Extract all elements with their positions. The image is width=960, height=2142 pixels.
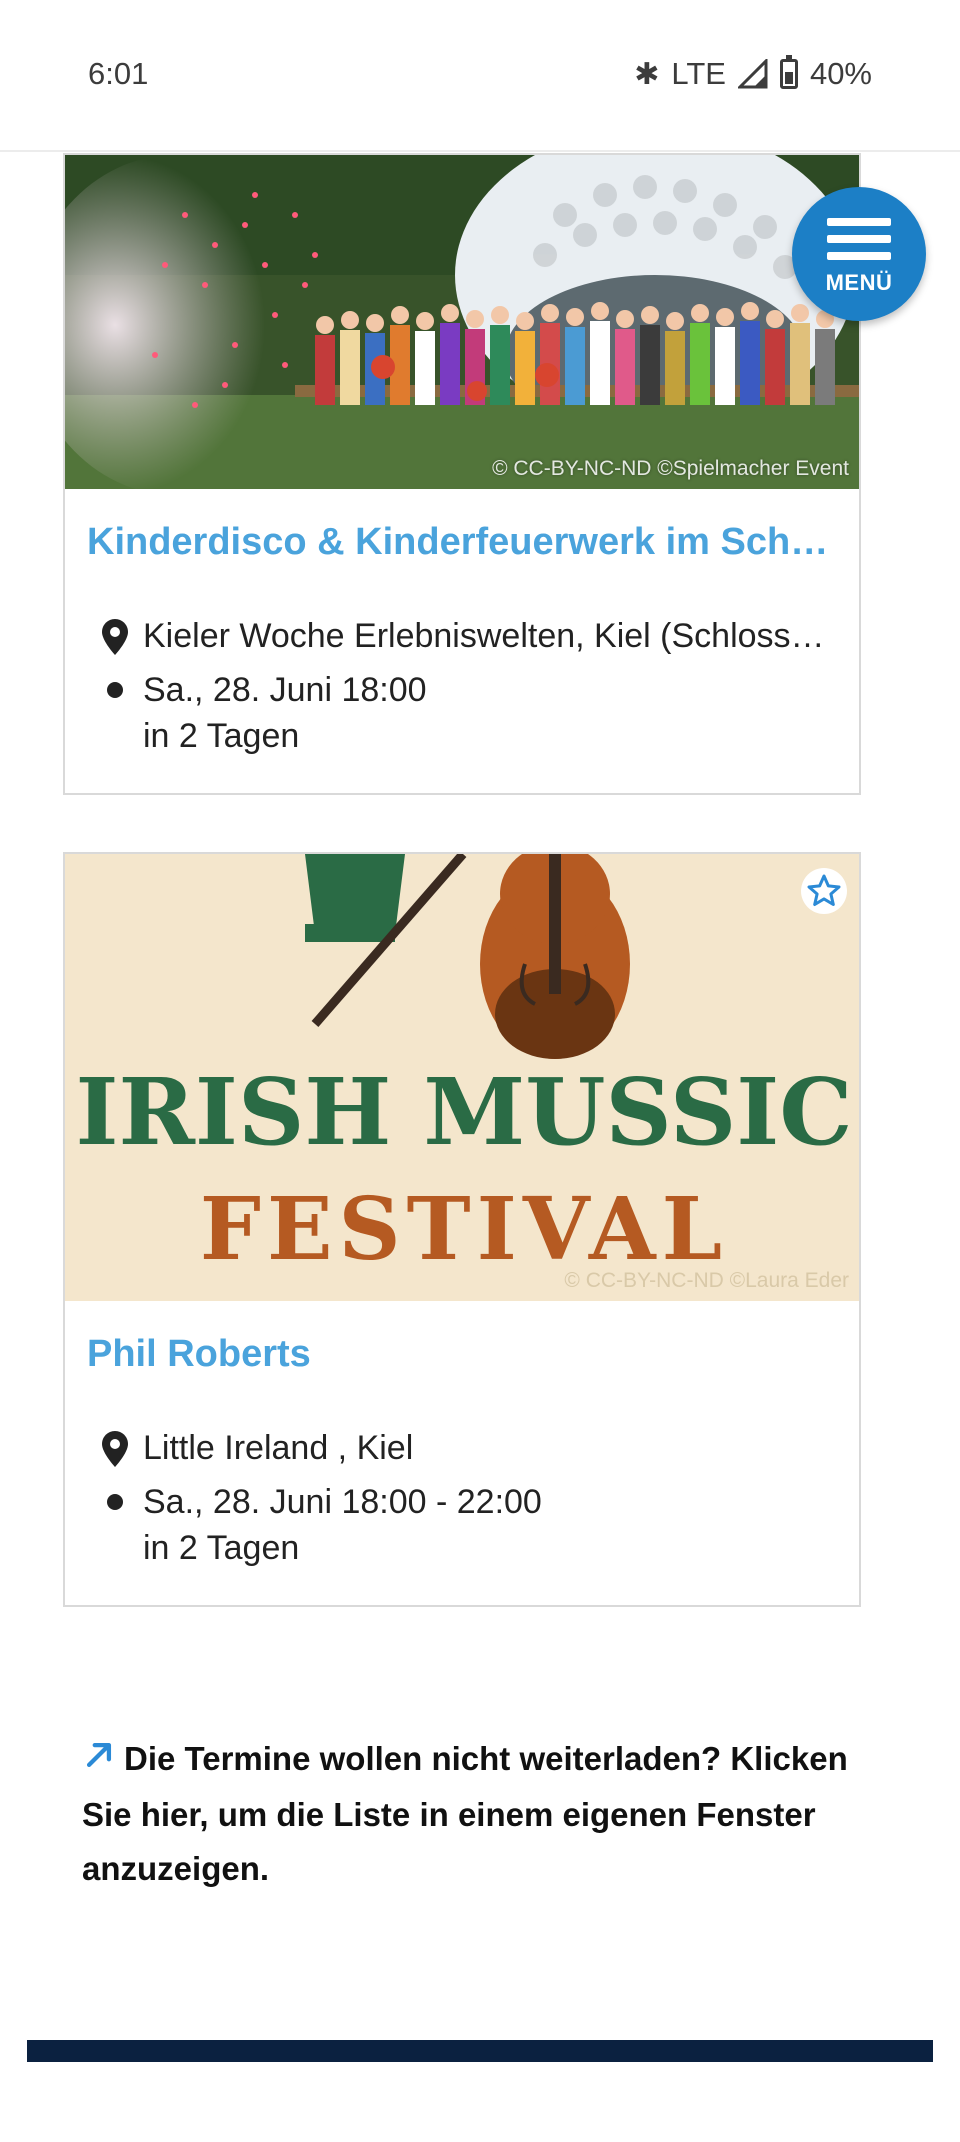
event-date: Sa., 28. Juni 18:00	[143, 671, 427, 709]
status-time: 6:01	[88, 56, 149, 91]
event-card[interactable]: © CC-BY-NC-ND ©Spielmacher Event Kinderd…	[63, 153, 861, 795]
event-relative-time: in 2 Tagen	[143, 1529, 300, 1567]
status-bar: 6:01 ✱ LTE 40%	[0, 0, 960, 152]
open-list-link-text[interactable]: Die Termine wollen nicht weiterladen? Kl…	[82, 1740, 848, 1887]
menu-button[interactable]: MENÜ	[792, 187, 926, 321]
event-details: Phil Roberts Little Ireland , Kiel Sa., …	[65, 1301, 859, 1605]
battery-percent: 40%	[809, 56, 872, 91]
network-label: LTE	[671, 56, 726, 91]
event-relative-time: in 2 Tagen	[143, 717, 300, 755]
event-image[interactable]: © CC-BY-NC-ND ©Spielmacher Event	[65, 155, 859, 489]
event-card[interactable]: IRISH MUSSIC FESTIVAL © CC-BY-NC-ND ©Lau…	[63, 852, 861, 1607]
event-date: Sa., 28. Juni 18:00 - 22:00	[143, 1483, 542, 1521]
irish-music-festival-poster: IRISH MUSSIC FESTIVAL	[65, 854, 859, 1301]
hamburger-icon	[827, 218, 891, 260]
event-title[interactable]: Kinderdisco & Kinderfeuerwerk im Schlo…	[87, 519, 837, 565]
event-details: Kinderdisco & Kinderfeuerwerk im Schlo… …	[65, 489, 859, 793]
event-image[interactable]: IRISH MUSSIC FESTIVAL © CC-BY-NC-ND ©Lau…	[65, 854, 859, 1301]
battery-icon	[779, 55, 798, 89]
event-location-row: Kieler Woche Erlebniswelten, Kiel (Schlo…	[87, 613, 837, 659]
location-pin-icon	[87, 1425, 143, 1467]
poster-text-top: IRISH MUSSIC	[75, 1058, 852, 1166]
signal-icon	[737, 59, 768, 89]
event-relative-row: in 2 Tagen	[87, 1525, 837, 1571]
external-arrow-icon	[82, 1734, 116, 1788]
location-pin-icon	[87, 613, 143, 655]
event-location: Little Ireland , Kiel	[143, 1429, 414, 1467]
fireworks-photo	[65, 155, 859, 489]
bullet-icon	[87, 1479, 143, 1510]
event-date-row: Sa., 28. Juni 18:00 - 22:00	[87, 1479, 837, 1525]
footer-bar	[27, 2040, 933, 2062]
status-icons: ✱ LTE 40%	[634, 55, 872, 92]
event-location: Kieler Woche Erlebniswelten, Kiel (Schlo…	[143, 617, 825, 655]
image-credit: © CC-BY-NC-ND ©Laura Eder	[564, 1269, 849, 1292]
favorite-star-button[interactable]	[801, 868, 847, 914]
event-location-row: Little Ireland , Kiel	[87, 1425, 837, 1471]
poster-text-bottom: FESTIVAL	[200, 1179, 728, 1280]
bullet-icon	[87, 667, 143, 698]
star-icon	[807, 874, 841, 906]
image-credit: © CC-BY-NC-ND ©Spielmacher Event	[492, 457, 849, 480]
event-relative-row: in 2 Tagen	[87, 713, 837, 759]
open-list-link[interactable]: Die Termine wollen nicht weiterladen? Kl…	[82, 1732, 882, 1896]
bluetooth-icon: ✱	[634, 57, 660, 91]
menu-label: MENÜ	[825, 270, 893, 295]
event-title[interactable]: Phil Roberts	[87, 1331, 837, 1377]
event-date-row: Sa., 28. Juni 18:00	[87, 667, 837, 713]
